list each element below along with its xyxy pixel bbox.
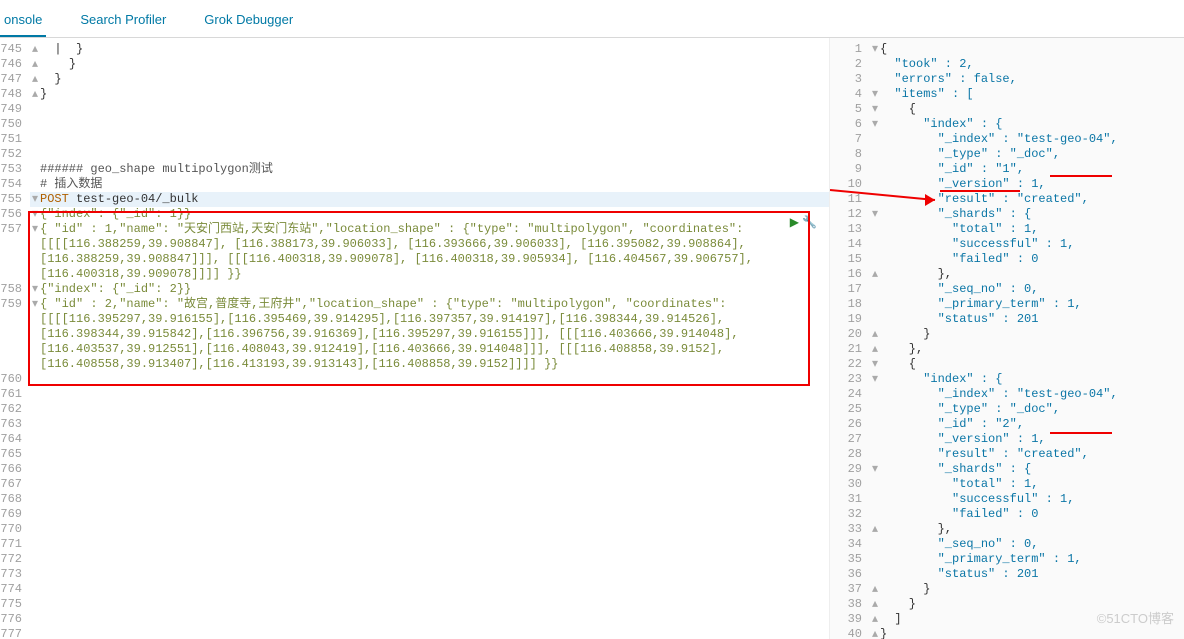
tab-search-profiler[interactable]: Search Profiler [76,6,170,37]
tab-console[interactable]: onsole [0,6,46,37]
annotation-underline [1050,175,1112,177]
dev-tools-tabs: onsole Search Profiler Grok Debugger [0,0,1184,38]
tab-grok-debugger[interactable]: Grok Debugger [200,6,297,37]
run-icon[interactable]: ▶ [790,215,799,230]
watermark: ©51CTO博客 [1097,608,1174,627]
annotation-underline [940,190,1020,192]
response-viewer[interactable]: 1▾{ 2 "took" : 2, 3 "errors" : false, 4▾… [830,38,1184,639]
wrench-icon[interactable]: 🔧 [802,215,817,230]
annotation-underline [1050,432,1112,434]
request-editor[interactable]: 745▴ | } 746▴ } 747▴ } 748▴} 749 750 751… [0,38,830,639]
editor-container: 745▴ | } 746▴ } 747▴ } 748▴} 749 750 751… [0,38,1184,639]
